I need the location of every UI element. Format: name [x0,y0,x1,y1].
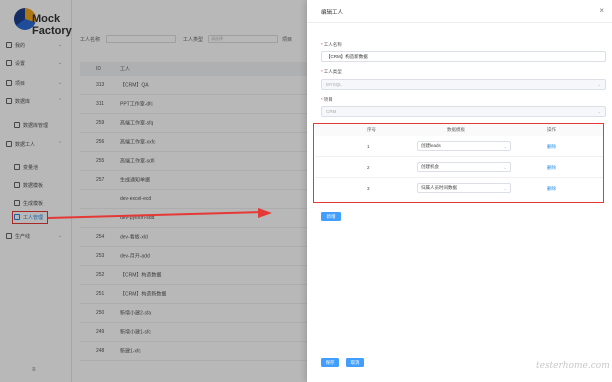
edit-worker-drawer: 编辑工人 × *工人名称 【CRM】构造新数据 *工人类型 MYSQL ⌄ *项目… [307,0,612,382]
drawer-title: 编辑工人 [321,10,344,16]
chevron-down-icon: ⌄ [597,109,601,114]
chevron-down-icon: ⌄ [597,82,601,87]
project-select[interactable]: CRM ⌄ [321,106,606,117]
project-label: *项目 [321,97,333,102]
annotation-arrow-head [258,208,272,218]
worker-type-value: MYSQL [326,82,342,87]
save-button[interactable]: 保存 [321,358,339,367]
worker-name-value: 【CRM】构造新数据 [326,53,368,59]
watermark: testerhome.com [536,361,610,371]
worker-type-label-text: 工人类型 [323,69,342,74]
worker-type-label: *工人类型 [321,69,342,74]
project-value: CRM [326,109,337,114]
divider [307,22,612,23]
worker-name-label: *工人名称 [321,42,342,47]
worker-name-input[interactable]: 【CRM】构造新数据 [321,51,606,62]
modal-overlay[interactable] [0,0,307,382]
highlight-box [313,123,604,203]
add-template-button[interactable]: 新增 [321,212,341,221]
worker-name-label-text: 工人名称 [323,42,342,47]
close-icon[interactable]: × [599,6,604,15]
worker-type-select[interactable]: MYSQL ⌄ [321,79,606,90]
project-label-text: 项目 [323,97,333,102]
cancel-button[interactable]: 取消 [346,358,364,367]
